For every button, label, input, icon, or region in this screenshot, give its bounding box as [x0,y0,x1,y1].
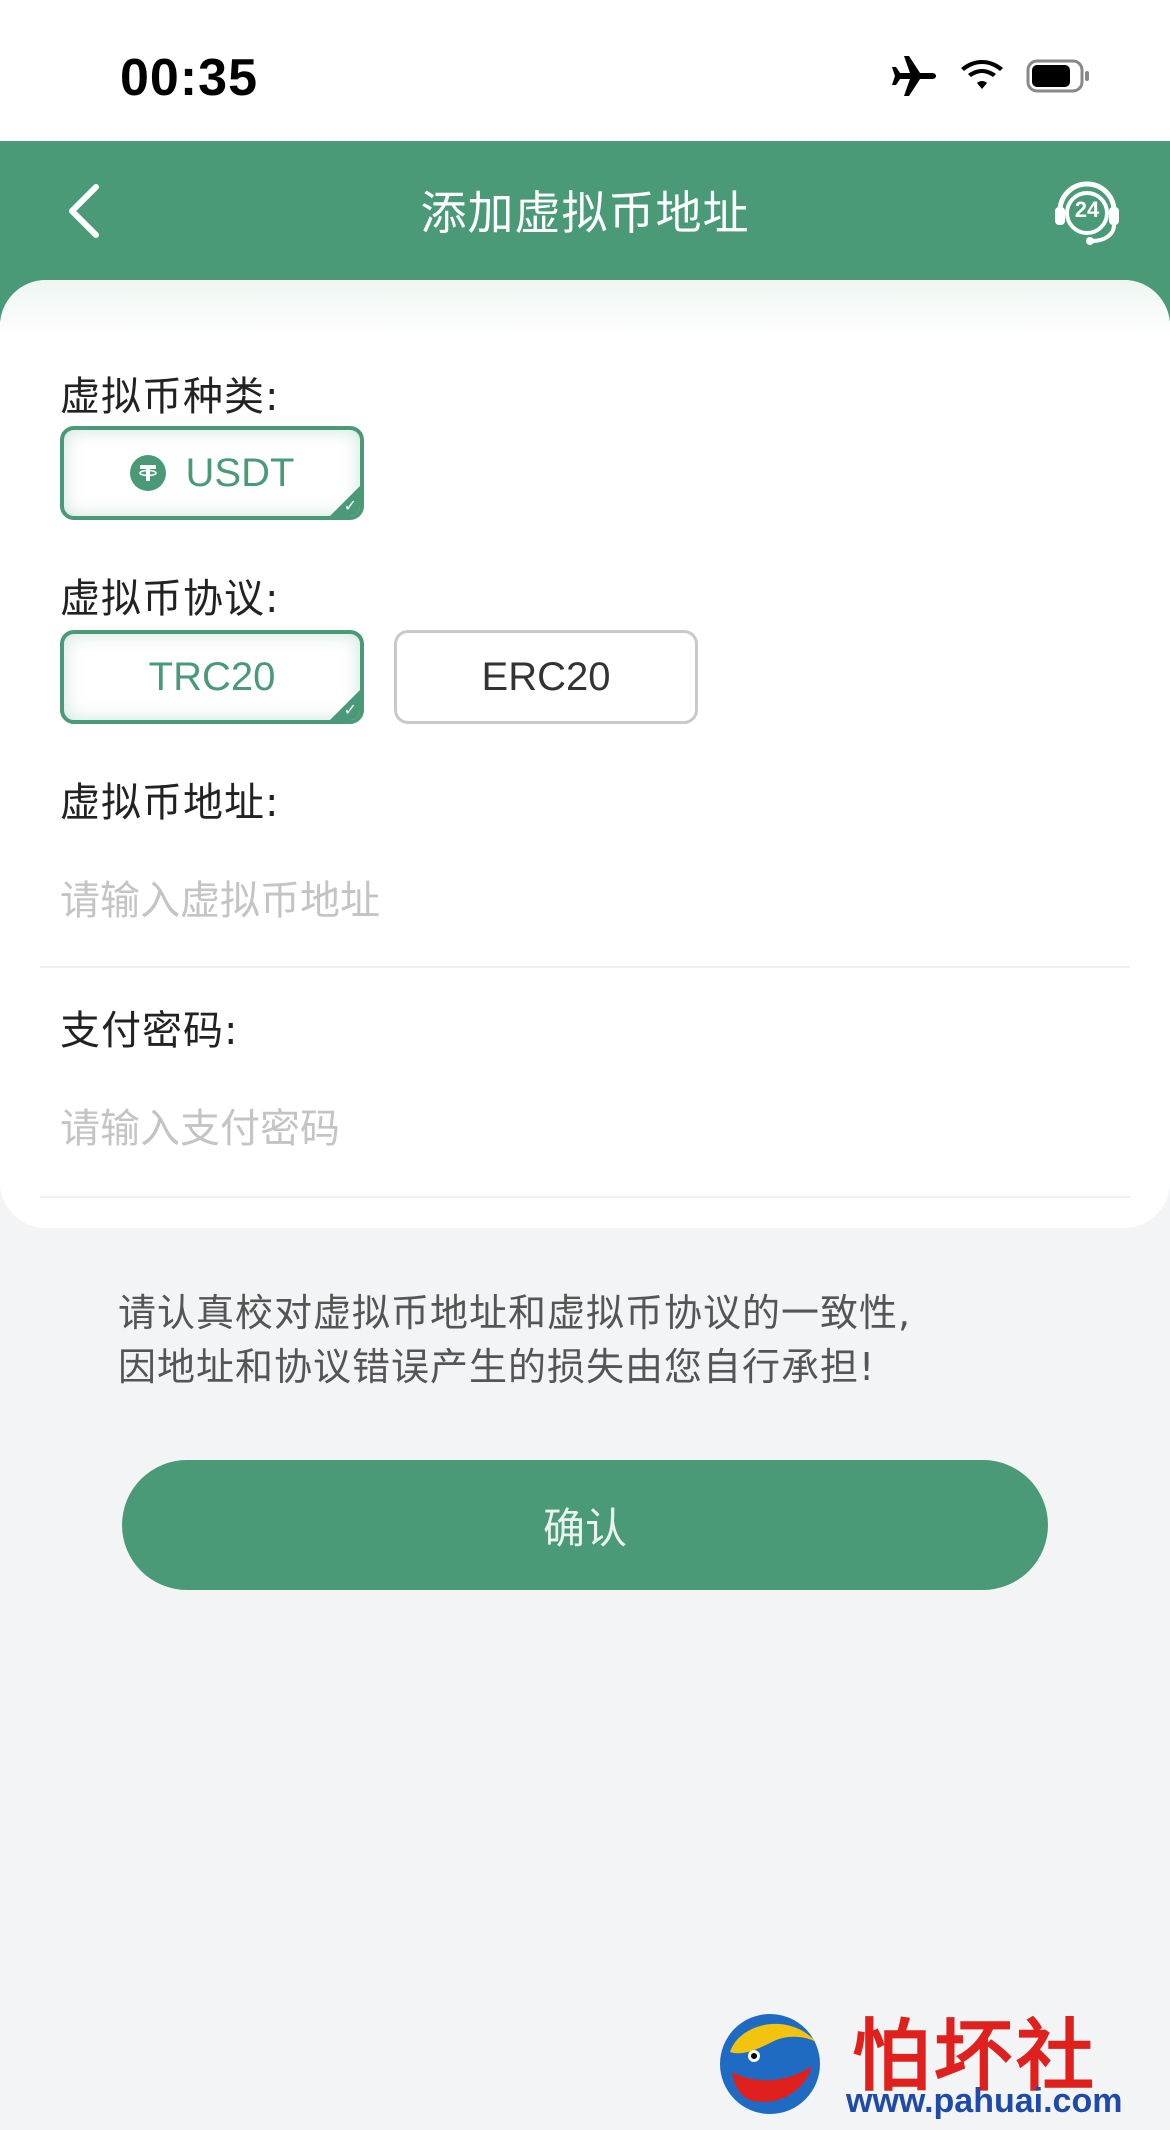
address-label: 虚拟币地址: [60,780,280,826]
status-icons [890,54,1090,102]
wifi-icon [960,58,1004,98]
support-24h-label: 24 [1074,197,1100,222]
form-card [0,280,1170,1228]
divider [40,966,1130,968]
pay-password-label: 支付密码: [60,1008,239,1054]
support-24h-icon [1050,181,1124,251]
watermark: 怕坏社区 www.pahuai.com [710,1994,1170,2130]
protocol-option-label: ERC20 [481,654,611,699]
page-title: 添加虚拟币地址 [420,186,750,240]
airplane-icon [890,54,938,102]
status-time: 00:35 [120,49,258,107]
check-icon: ✓ [343,702,357,719]
confirm-button[interactable]: 确认 [122,1460,1048,1590]
notice-line-2: 因地址和协议错误产生的损失由您自行承担! [118,1345,876,1389]
protocol-option-label: TRC20 [148,654,276,699]
coin-type-label: 虚拟币种类: [60,374,280,420]
divider [40,1196,1130,1198]
coin-type-option-label: USDT [185,450,295,495]
card-top-gradient [0,280,1170,340]
watermark-logo-icon [710,2002,830,2122]
pay-password-input[interactable] [60,1094,1120,1164]
protocol-label: 虚拟币协议: [60,576,280,622]
tether-icon [129,455,166,491]
check-icon: ✓ [343,498,357,515]
notice-text: 请认真校对虚拟币地址和虚拟币协议的一致性, 因地址和协议错误产生的损失由您自行承… [118,1286,1078,1394]
protocol-option-trc20[interactable]: TRC20 ✓ [60,630,364,724]
status-bar: 00:35 [0,0,1170,141]
watermark-url: www.pahuai.com [846,2082,1123,2120]
protocol-option-erc20[interactable]: ERC20 [394,630,698,724]
battery-icon [1026,59,1090,97]
customer-support-button[interactable]: 24 [1050,173,1124,247]
app-header: 添加虚拟币地址 24 [0,141,1170,281]
notice-line-1: 请认真校对虚拟币地址和虚拟币协议的一致性, [118,1291,912,1335]
address-input[interactable] [60,866,1120,936]
coin-type-option-usdt[interactable]: USDT ✓ [60,426,364,520]
